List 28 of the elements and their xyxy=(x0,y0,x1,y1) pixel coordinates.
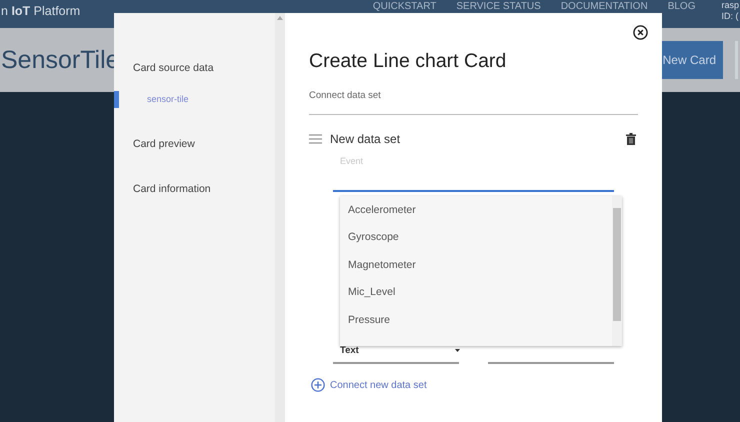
nav-link[interactable]: SERVICE STATUS xyxy=(456,0,541,12)
dropdown-option[interactable]: Mic_Level xyxy=(340,285,612,313)
sidebar-item[interactable]: Card information xyxy=(114,182,285,198)
close-icon[interactable] xyxy=(633,25,648,40)
trash-icon[interactable] xyxy=(626,132,636,145)
dropdown-option[interactable]: Pressure xyxy=(340,312,612,340)
nav-link[interactable]: DOCUMENTATION xyxy=(560,0,648,12)
scroll-up-icon[interactable] xyxy=(277,16,283,20)
dropdown-option[interactable]: Magnetometer xyxy=(340,258,612,286)
user-info: rasp xyxy=(721,0,740,11)
caret-icon xyxy=(455,348,460,352)
dropdown-option[interactable]: Gyroscope xyxy=(340,230,612,258)
nav-link[interactable]: BLOG xyxy=(668,0,696,12)
user-info: ID: ( xyxy=(721,11,740,22)
selection-indicator xyxy=(114,90,119,108)
dropdown-option[interactable]: Accelerometer xyxy=(340,203,612,230)
add-icon[interactable] xyxy=(311,378,325,392)
modal-title: Create Line chart Card xyxy=(309,50,508,74)
data-set-name: New data set xyxy=(330,130,400,148)
drag-handle-icon[interactable] xyxy=(309,134,322,144)
section-label: Connect data set xyxy=(309,89,638,115)
brand-title: n IoT Platform xyxy=(1,3,80,20)
nav-link[interactable]: QUICKSTART xyxy=(372,0,436,12)
type-select[interactable]: Text xyxy=(333,344,459,364)
sidebar-item[interactable]: Card preview xyxy=(114,136,285,152)
scrollbar[interactable] xyxy=(275,13,285,422)
connect-data-set-link[interactable]: Connect new data set xyxy=(330,378,427,393)
scrollbar[interactable] xyxy=(612,196,622,346)
